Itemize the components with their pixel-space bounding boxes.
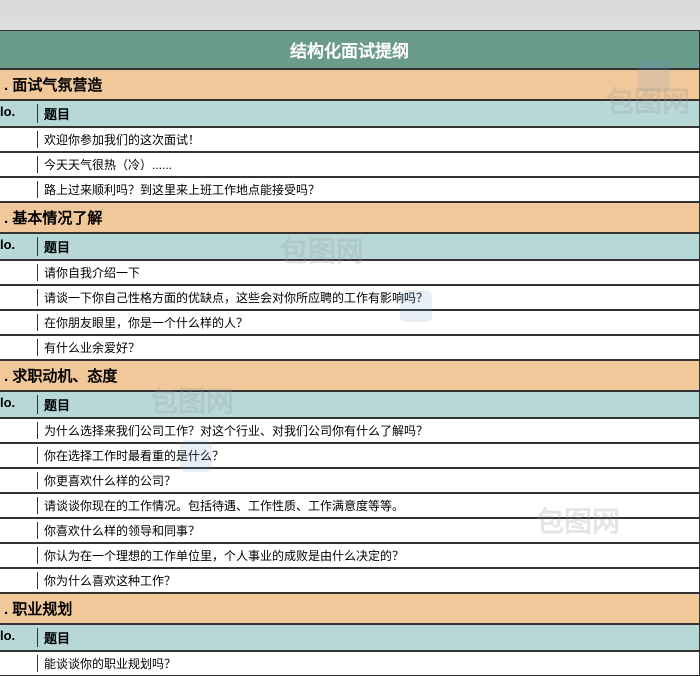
column-header-no: lo.	[0, 104, 38, 123]
row-no	[0, 472, 38, 489]
row-question: 有什么业余爱好？	[38, 339, 699, 356]
table-row: 请你自我介绍一下	[0, 260, 700, 285]
table-row: 今天天气很热（冷）......	[0, 152, 700, 177]
row-question: 请谈谈你现在的工作情况。包括待遇、工作性质、工作满意度等等。	[38, 497, 699, 514]
row-no	[0, 264, 38, 281]
row-no	[0, 339, 38, 356]
row-question: 能谈谈你的职业规划吗？	[38, 655, 699, 672]
column-header-no: lo.	[0, 237, 38, 256]
row-no	[0, 314, 38, 331]
row-no	[0, 422, 38, 439]
column-header-row: lo. 题目	[0, 100, 700, 127]
table-row: 为什么选择来我们公司工作？对这个行业、对我们公司你有什么了解吗？	[0, 418, 700, 443]
table-row: 你认为在一个理想的工作单位里，个人事业的成败是由什么决定的？	[0, 543, 700, 568]
column-header-question: 题目	[38, 395, 699, 414]
row-question: 你喜欢什么样的领导和同事？	[38, 522, 699, 539]
row-no	[0, 572, 38, 589]
column-header-question: 题目	[38, 628, 699, 647]
interview-outline-table: 结构化面试提纲 . 面试气氛营造 lo. 题目 欢迎你参加我们的这次面试！ 今天…	[0, 30, 700, 676]
row-no	[0, 497, 38, 514]
row-question: 请谈一下你自己性格方面的优缺点，这些会对你所应聘的工作有影响吗？	[38, 289, 699, 306]
table-row: 路上过来顺利吗？到这里来上班工作地点能接受吗？	[0, 177, 700, 202]
section-heading-1: . 面试气氛营造	[0, 69, 700, 100]
row-no	[0, 181, 38, 198]
column-header-no: lo.	[0, 628, 38, 647]
row-no	[0, 547, 38, 564]
row-question: 欢迎你参加我们的这次面试！	[38, 131, 699, 148]
table-row: 欢迎你参加我们的这次面试！	[0, 127, 700, 152]
row-question: 在你朋友眼里，你是一个什么样的人？	[38, 314, 699, 331]
column-header-question: 题目	[38, 104, 699, 123]
row-question: 你认为在一个理想的工作单位里，个人事业的成败是由什么决定的？	[38, 547, 699, 564]
column-header-row: lo. 题目	[0, 624, 700, 651]
row-question: 请你自我介绍一下	[38, 264, 699, 281]
section-heading-2: . 基本情况了解	[0, 202, 700, 233]
row-no	[0, 522, 38, 539]
row-question: 你更喜欢什么样的公司？	[38, 472, 699, 489]
table-row: 你更喜欢什么样的公司？	[0, 468, 700, 493]
table-row: 有什么业余爱好？	[0, 335, 700, 360]
row-no	[0, 447, 38, 464]
table-row: 你在选择工作时最看重的是什么？	[0, 443, 700, 468]
row-question: 你为什么喜欢这种工作？	[38, 572, 699, 589]
row-no	[0, 655, 38, 672]
row-question: 今天天气很热（冷）......	[38, 156, 699, 173]
column-header-row: lo. 题目	[0, 233, 700, 260]
row-no	[0, 131, 38, 148]
table-row: 在你朋友眼里，你是一个什么样的人？	[0, 310, 700, 335]
row-no	[0, 289, 38, 306]
column-header-row: lo. 题目	[0, 391, 700, 418]
table-row: 你为什么喜欢这种工作？	[0, 568, 700, 593]
row-no	[0, 156, 38, 173]
column-header-question: 题目	[38, 237, 699, 256]
section-heading-3: . 求职动机、态度	[0, 360, 700, 391]
row-question: 为什么选择来我们公司工作？对这个行业、对我们公司你有什么了解吗？	[38, 422, 699, 439]
table-row: 请谈谈你现在的工作情况。包括待遇、工作性质、工作满意度等等。	[0, 493, 700, 518]
table-row: 能谈谈你的职业规划吗？	[0, 651, 700, 676]
column-header-no: lo.	[0, 395, 38, 414]
table-row: 你喜欢什么样的领导和同事？	[0, 518, 700, 543]
document-title: 结构化面试提纲	[0, 30, 700, 69]
row-question: 路上过来顺利吗？到这里来上班工作地点能接受吗？	[38, 181, 699, 198]
section-heading-4: . 职业规划	[0, 593, 700, 624]
row-question: 你在选择工作时最看重的是什么？	[38, 447, 699, 464]
table-row: 请谈一下你自己性格方面的优缺点，这些会对你所应聘的工作有影响吗？	[0, 285, 700, 310]
